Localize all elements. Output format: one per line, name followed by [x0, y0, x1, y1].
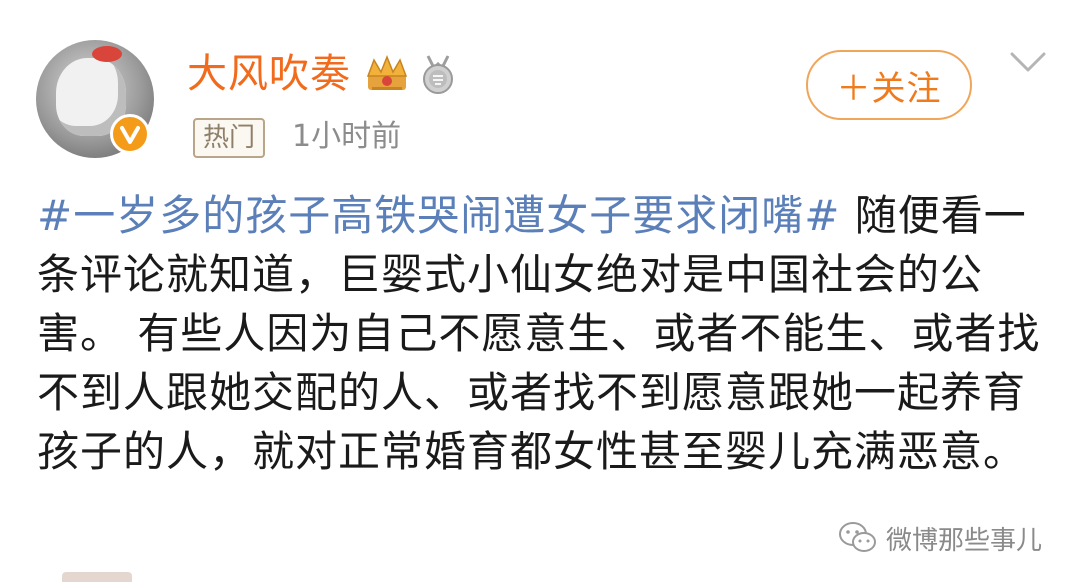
topic-link[interactable]: #一岁多的孩子高铁哭闹遭女子要求闭嘴#	[37, 191, 840, 240]
next-post-avatar	[62, 572, 132, 582]
weibo-post-card: 大风吹奏 热门 1小时前 ＋关注 #一岁多的孩子高铁哭闹遭女子要求闭嘴# 随便看…	[0, 0, 1080, 582]
verified-icon	[110, 114, 150, 154]
follow-button[interactable]: ＋关注	[806, 50, 972, 120]
avatar-bow-decoration	[92, 46, 122, 62]
medal-badge-icon	[423, 55, 453, 94]
wechat-icon	[839, 522, 876, 552]
author-name[interactable]: 大风吹奏	[187, 52, 351, 96]
watermark: 微博那些事儿	[838, 518, 1042, 558]
crown-badge-icon	[366, 54, 408, 90]
hot-tag: 热门	[193, 118, 266, 158]
post-timestamp: 1小时前	[292, 119, 402, 154]
chevron-down-icon[interactable]	[1008, 48, 1048, 76]
watermark-text: 微博那些事儿	[886, 525, 1043, 556]
post-body: #一岁多的孩子高铁哭闹遭女子要求闭嘴# 随便看一条评论就知道，巨婴式小仙女绝对是…	[37, 186, 1047, 481]
